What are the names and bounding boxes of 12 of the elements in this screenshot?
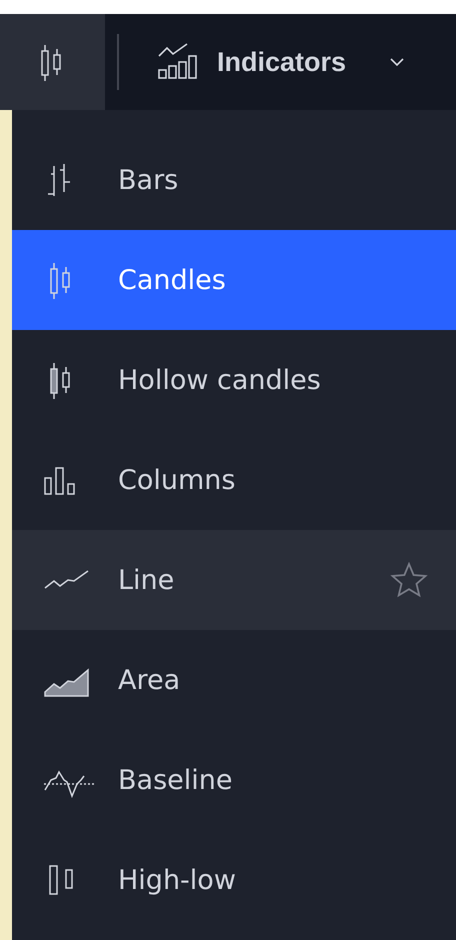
chevron-down-icon xyxy=(390,58,404,66)
menu-item[interactable]: Bars xyxy=(12,130,456,230)
menu-item[interactable]: Candles xyxy=(12,230,456,330)
menu-item[interactable]: Columns xyxy=(12,430,456,530)
menu-item[interactable]: Baseline xyxy=(12,730,456,830)
menu-item[interactable]: High-low xyxy=(12,830,456,930)
menu-item[interactable]: Hollow candles xyxy=(12,330,456,430)
indicators-button[interactable]: Indicators xyxy=(119,14,456,110)
menu-item[interactable]: Area xyxy=(12,630,456,730)
chart-type-button[interactable] xyxy=(0,14,105,110)
star-icon[interactable] xyxy=(390,562,428,598)
menu-item[interactable]: Line xyxy=(12,530,456,630)
